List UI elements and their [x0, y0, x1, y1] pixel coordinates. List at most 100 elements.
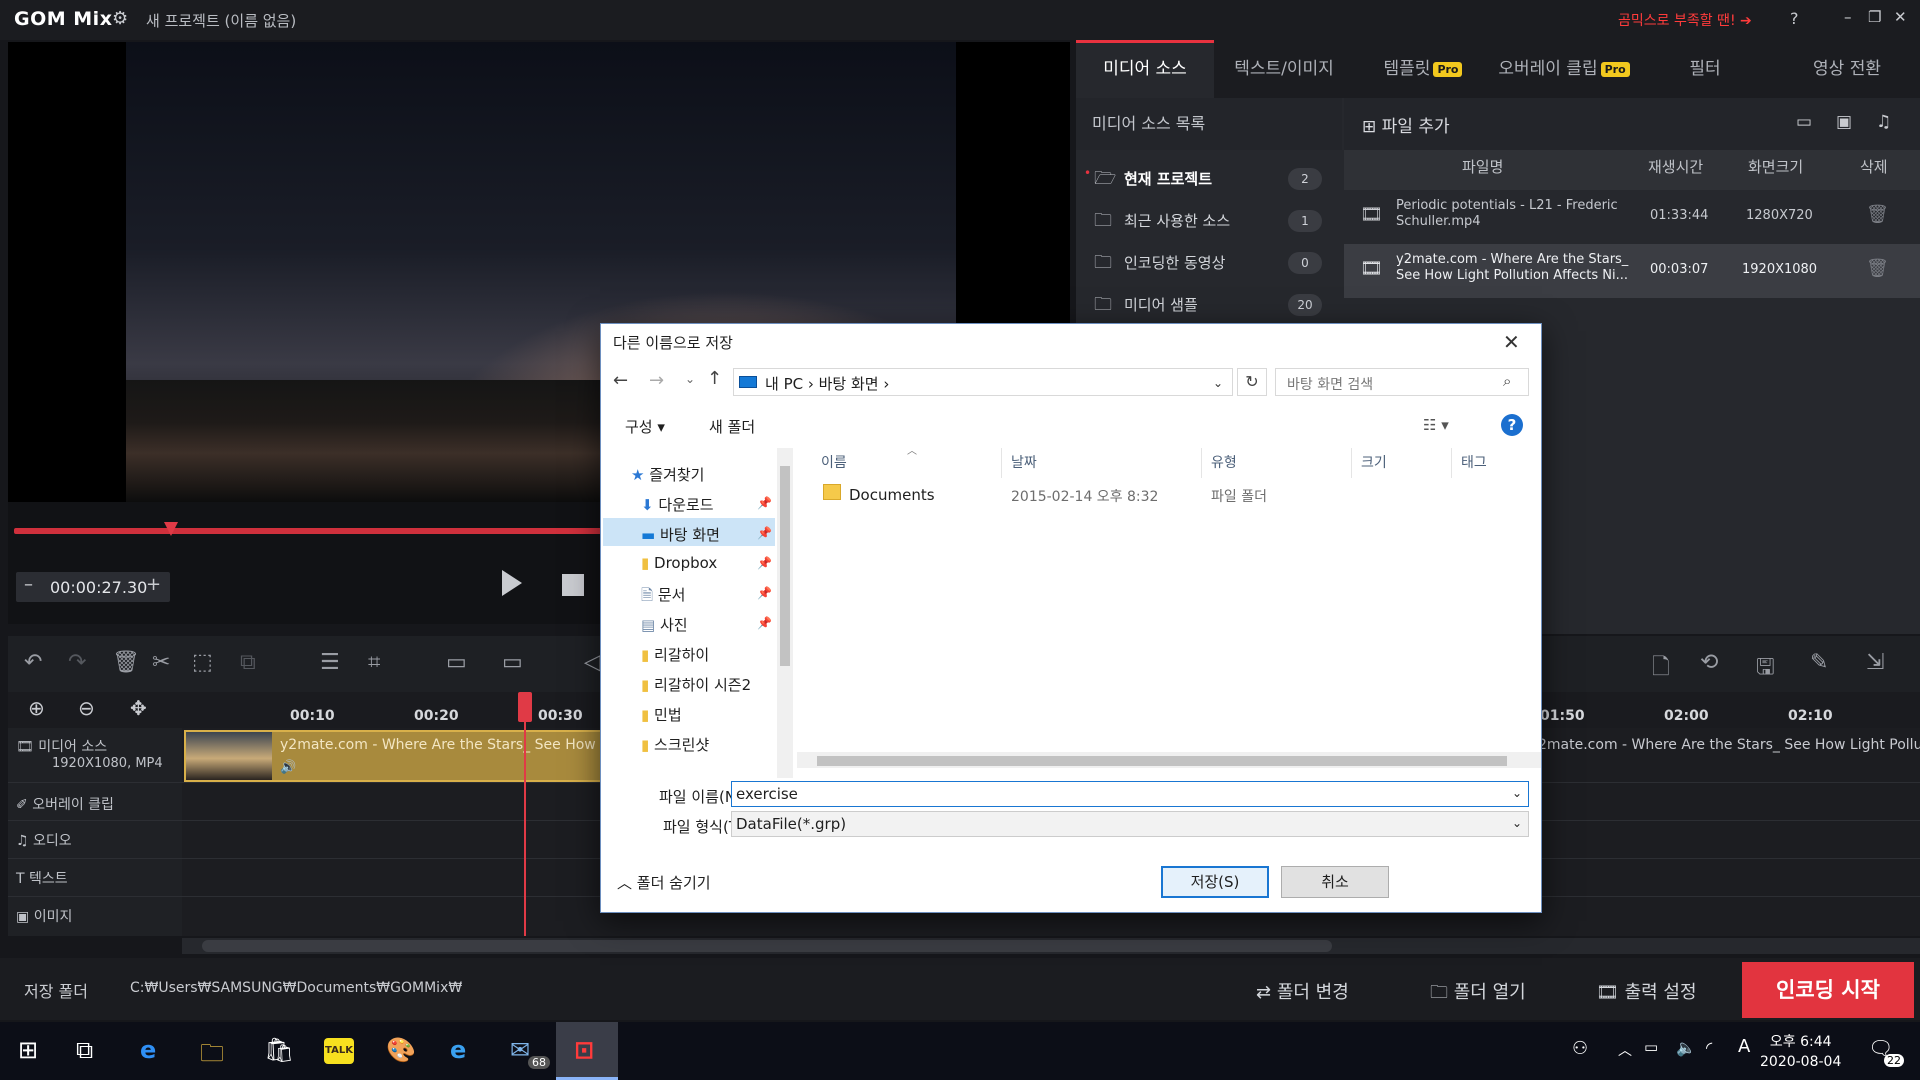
file-explorer-icon[interactable]: 🗀: [200, 1036, 224, 1077]
source-samples[interactable]: 🗀 미디어 샘플 20: [1076, 282, 1342, 324]
insert-after-icon[interactable]: ▭: [502, 650, 523, 675]
promo-link[interactable]: 곰믹스로 부족할 땐! ➔: [1618, 10, 1752, 30]
dialog-close-icon[interactable]: ✕: [1503, 330, 1520, 354]
file-row-selected[interactable]: 🎞 y2mate.com - Where Are the Stars_ See …: [1344, 244, 1920, 298]
chevron-up-icon[interactable]: ︿: [1618, 1040, 1632, 1060]
crop-icon[interactable]: ⌗: [368, 650, 380, 675]
mail-icon[interactable]: ✉: [510, 1036, 530, 1064]
col-name[interactable]: 이름: [821, 452, 847, 472]
change-folder-button[interactable]: ⇄ 폴더 변경: [1256, 978, 1349, 1004]
task-view-icon[interactable]: ⧉: [76, 1036, 93, 1064]
minimize-button[interactable]: –: [1844, 8, 1852, 26]
file-type-select[interactable]: DataFile(*.grp) ⌄: [731, 811, 1529, 837]
volume-icon[interactable]: 🔈: [1676, 1038, 1696, 1057]
zoom-in-icon[interactable]: ⊕: [28, 696, 45, 720]
image-filter-icon[interactable]: ▣: [1836, 112, 1852, 132]
store-icon[interactable]: 🛍: [264, 1036, 294, 1064]
col-type[interactable]: 유형: [1211, 452, 1237, 472]
forward-arrow-icon[interactable]: →: [649, 370, 664, 391]
gom-mix-taskbar-icon[interactable]: ⊡: [574, 1036, 594, 1064]
nav-item-pictures[interactable]: ▤ 사진 📌: [641, 614, 772, 642]
trash-icon[interactable]: 🗑: [1866, 204, 1889, 225]
open-folder-button[interactable]: 🗀 폴더 열기: [1430, 978, 1526, 1010]
save-button[interactable]: 저장(S): [1161, 866, 1269, 898]
edge-icon[interactable]: e: [140, 1036, 156, 1064]
open-project-icon[interactable]: ⟲: [1700, 650, 1718, 675]
music-filter-icon[interactable]: ♫: [1876, 112, 1891, 132]
restore-button[interactable]: ❐: [1868, 8, 1881, 26]
start-encoding-button[interactable]: 인코딩 시작: [1742, 962, 1914, 1018]
zoom-out-icon[interactable]: ⊖: [78, 696, 95, 720]
hide-folders-toggle[interactable]: ︿ 폴더 숨기기: [617, 872, 711, 893]
insert-before-icon[interactable]: ▭: [446, 650, 467, 675]
tab-media-source[interactable]: 미디어 소스: [1076, 40, 1214, 98]
redo-icon[interactable]: ↷: [68, 650, 86, 675]
timeline-scrollbar[interactable]: [202, 940, 1332, 952]
select-range-icon[interactable]: ⬚: [192, 650, 213, 675]
output-settings-button[interactable]: 🎞 출력 설정: [1596, 978, 1697, 1004]
people-icon[interactable]: ⚇: [1572, 1038, 1588, 1059]
search-icon[interactable]: ⌕: [1503, 372, 1511, 390]
back-arrow-icon[interactable]: ←: [613, 370, 628, 391]
playhead[interactable]: [524, 692, 526, 936]
tab-filter[interactable]: 필터: [1636, 40, 1774, 98]
chevron-down-icon[interactable]: ⌄: [1512, 786, 1522, 800]
stop-icon[interactable]: [562, 574, 584, 596]
view-options-icon[interactable]: ☷ ▾: [1423, 416, 1449, 434]
nav-item-desktop[interactable]: ▬ 바탕 화면 📌: [641, 524, 772, 552]
file-name-input[interactable]: exercise ⌄: [731, 781, 1529, 807]
cut-icon[interactable]: ✂: [152, 650, 170, 675]
nav-item-documents[interactable]: 🗎 문서 📌: [641, 584, 772, 612]
new-project-icon[interactable]: 🗋: [1652, 650, 1670, 688]
tab-template[interactable]: 템플릿 Pro: [1354, 40, 1492, 98]
kakaotalk-icon[interactable]: TALK: [324, 1038, 354, 1064]
save-project-icon[interactable]: 🖫: [1756, 650, 1775, 688]
ime-indicator[interactable]: A: [1738, 1036, 1750, 1057]
nav-item-folder[interactable]: ▮ 스크린샷: [641, 734, 709, 762]
trash-icon[interactable]: 🗑: [1866, 258, 1889, 279]
save-as-icon[interactable]: ✎: [1810, 650, 1828, 675]
add-file-button[interactable]: ⊞ 파일 추가: [1362, 112, 1450, 137]
refresh-icon[interactable]: ↻: [1237, 368, 1267, 396]
adjust-icon[interactable]: ☰: [320, 650, 340, 675]
system-clock[interactable]: 오후 6:44 2020-08-04: [1760, 1032, 1841, 1072]
file-row[interactable]: 🎞 Periodic potentials - L21 - Frederic S…: [1344, 190, 1920, 244]
internet-explorer-icon[interactable]: e: [450, 1036, 466, 1064]
nav-item-favorites[interactable]: ★ 즐겨찾기: [631, 464, 704, 492]
recent-locations-chevron-icon[interactable]: ⌄: [685, 372, 695, 386]
nav-item-folder[interactable]: ▮ 리갈하이: [641, 644, 709, 672]
list-item[interactable]: Documents 2015-02-14 오후 8:32 파일 폴더: [801, 480, 1541, 510]
source-recent[interactable]: 🗀 최근 사용한 소스 1: [1076, 198, 1342, 240]
tab-text-image[interactable]: 텍스트/이미지: [1214, 40, 1354, 98]
col-tags[interactable]: 태그: [1461, 452, 1487, 472]
tab-overlay-clip[interactable]: 오버레이 클립 Pro: [1492, 40, 1636, 98]
address-path[interactable]: 내 PC › 바탕 화면 ›: [765, 373, 889, 394]
windows-start-icon[interactable]: ⊞: [18, 1036, 38, 1064]
time-minus-button[interactable]: –: [24, 574, 33, 595]
tab-transition[interactable]: 영상 전환: [1774, 40, 1920, 98]
col-size[interactable]: 크기: [1361, 452, 1387, 472]
split-icon[interactable]: ⧉: [240, 650, 256, 675]
nav-item-folder[interactable]: ▮ 민법: [641, 704, 682, 732]
organize-menu[interactable]: 구성 ▾: [625, 416, 665, 437]
nav-scroll-thumb[interactable]: [780, 466, 790, 666]
paint-icon[interactable]: 🎨: [386, 1036, 416, 1064]
chevron-down-icon[interactable]: ⌄: [1512, 816, 1522, 830]
export-icon[interactable]: ⇲: [1866, 650, 1884, 675]
nav-item-folder[interactable]: ▮ 리갈하이 시즌2: [641, 674, 751, 702]
source-encoded[interactable]: 🗀 인코딩한 동영상 0: [1076, 240, 1342, 282]
undo-icon[interactable]: ↶: [24, 650, 42, 675]
volume-icon[interactable]: ◁: [584, 650, 601, 675]
up-arrow-icon[interactable]: ↑: [707, 368, 722, 389]
settings-gear-icon[interactable]: ⚙: [112, 8, 128, 29]
help-icon[interactable]: ?: [1501, 414, 1523, 436]
wifi-icon[interactable]: ◜: [1706, 1038, 1712, 1057]
address-dropdown-icon[interactable]: ⌄: [1213, 376, 1223, 390]
help-button[interactable]: ?: [1790, 9, 1799, 28]
play-icon[interactable]: [502, 570, 522, 596]
source-current-project[interactable]: • 🗁 현재 프로젝트 2: [1076, 156, 1342, 198]
fit-timeline-icon[interactable]: ✥: [130, 696, 147, 720]
battery-icon[interactable]: ▭: [1644, 1038, 1658, 1056]
time-plus-button[interactable]: +: [146, 574, 161, 595]
video-filter-icon[interactable]: ▭: [1796, 112, 1812, 132]
